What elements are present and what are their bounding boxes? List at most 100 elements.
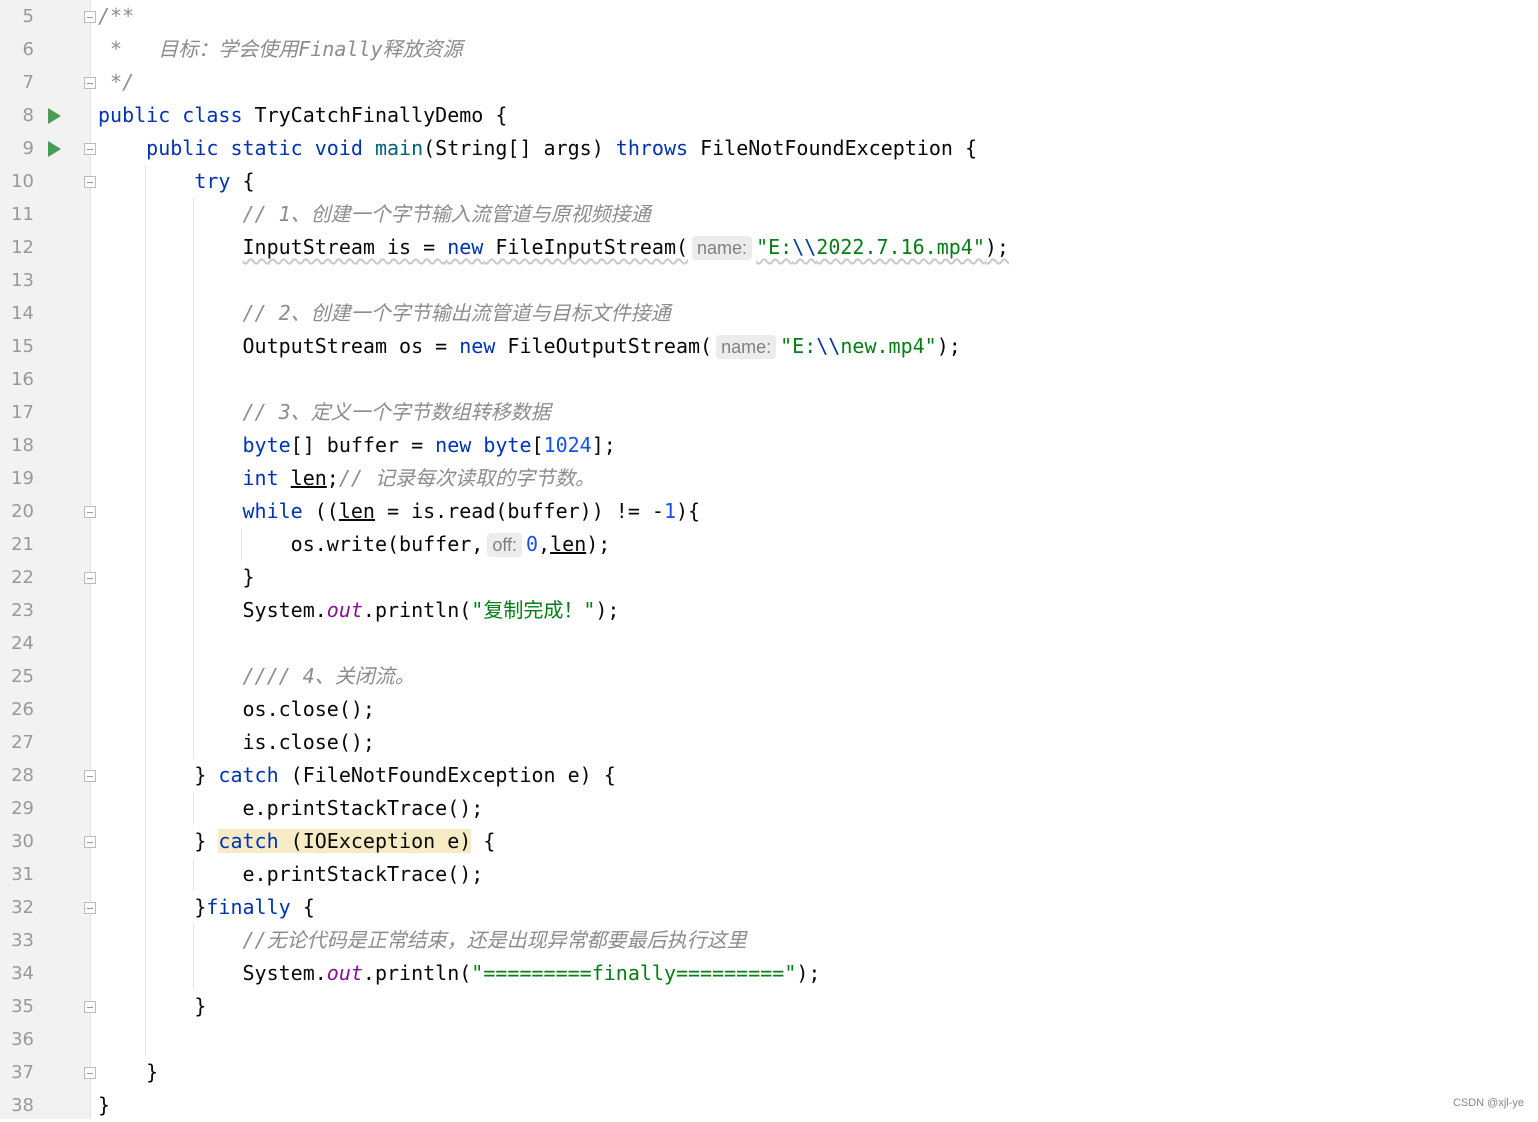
code-line[interactable]: */ <box>98 66 134 99</box>
fold-icon[interactable] <box>84 572 96 584</box>
line-number: 31 <box>11 864 34 885</box>
line-number: 34 <box>11 963 34 984</box>
line-number: 15 <box>11 336 34 357</box>
code-token: len <box>290 466 327 490</box>
fold-icon[interactable] <box>84 176 96 188</box>
code-token: try <box>194 169 231 193</box>
line-number: 19 <box>11 468 34 489</box>
code-token: } <box>98 1093 111 1117</box>
line-number: 10 <box>11 171 34 192</box>
code-line[interactable]: * 目标：学会使用Finally释放资源 <box>98 33 462 66</box>
code-line[interactable]: // 1、创建一个字节输入流管道与原视频接通 <box>98 198 651 231</box>
code-token: .println( <box>362 961 472 985</box>
code-token: } <box>98 565 255 589</box>
code-line[interactable]: } catch (FileNotFoundException e) { <box>98 759 616 792</box>
code-line[interactable]: os.write(buffer, off: 0,len); <box>98 528 610 561</box>
fold-icon[interactable] <box>84 506 96 518</box>
fold-icon[interactable] <box>84 77 96 89</box>
code-token: [ <box>531 433 544 457</box>
code-line[interactable]: public class TryCatchFinallyDemo { <box>98 99 507 132</box>
fold-icon[interactable] <box>84 836 96 848</box>
code-token: \\ <box>816 334 841 358</box>
code-line[interactable]: e.printStackTrace(); <box>98 792 483 825</box>
code-token: //无论代码是正常结束，还是出现异常都要最后执行这里 <box>242 928 747 952</box>
code-token: ; <box>326 466 339 490</box>
fold-icon[interactable] <box>84 143 96 155</box>
code-token: ){ <box>676 499 701 523</box>
code-token: ); <box>595 598 620 622</box>
code-token: 1024 <box>543 433 592 457</box>
fold-icon[interactable] <box>84 11 96 23</box>
code-line[interactable]: e.printStackTrace(); <box>98 858 483 891</box>
code-token: */ <box>98 70 135 94</box>
code-token: "E: <box>780 334 817 358</box>
code-line[interactable]: //// 4、关闭流。 <box>98 660 415 693</box>
code-token: FileOutputStream( <box>495 334 713 358</box>
code-line[interactable]: public static void main(String[] args) t… <box>98 132 977 165</box>
code-line[interactable]: //无论代码是正常结束，还是出现异常都要最后执行这里 <box>98 924 747 957</box>
code-line[interactable]: os.close(); <box>98 693 374 726</box>
code-token: ]; <box>591 433 616 457</box>
code-line[interactable]: } <box>98 1056 158 1089</box>
code-token: byte <box>483 433 532 457</box>
line-number: 21 <box>11 534 34 555</box>
code-line[interactable]: System.out.println("=========finally====… <box>98 957 820 990</box>
code-token: len <box>338 499 375 523</box>
code-line[interactable]: // 2、创建一个字节输出流管道与目标文件接通 <box>98 297 671 330</box>
line-number: 14 <box>11 303 34 324</box>
code-token: out <box>326 598 363 622</box>
code-token: public <box>98 103 171 127</box>
code-line[interactable]: }finally { <box>98 891 314 924</box>
code-line[interactable]: /** <box>98 0 134 33</box>
code-token: ); <box>796 961 821 985</box>
code-line[interactable]: } catch (IOException e) { <box>98 825 495 858</box>
code-token: (( <box>302 499 339 523</box>
line-number: 17 <box>11 402 34 423</box>
code-line[interactable]: } <box>98 561 255 594</box>
watermark: CSDN @xjl-ye <box>1452 1097 1524 1109</box>
parameter-hint: name: <box>716 335 777 359</box>
code-line[interactable]: OutputStream os = new FileOutputStream(n… <box>98 330 961 363</box>
line-number: 29 <box>11 798 34 819</box>
code-line[interactable]: try { <box>98 165 254 198</box>
line-number: 27 <box>11 732 34 753</box>
code-token: 0 <box>526 532 539 556</box>
line-number: 36 <box>11 1029 34 1050</box>
code-token: os.write(buffer, <box>98 532 484 556</box>
run-icon[interactable] <box>48 108 61 124</box>
code-line[interactable]: while ((len = is.read(buffer)) != -1){ <box>98 495 701 528</box>
code-token: //// 4、关闭流。 <box>242 664 415 688</box>
fold-icon[interactable] <box>84 1001 96 1013</box>
line-number: 7 <box>22 72 34 93</box>
fold-icon[interactable] <box>84 902 96 914</box>
fold-icon[interactable] <box>84 770 96 782</box>
code-line[interactable]: InputStream is = new FileInputStream(nam… <box>98 231 1009 264</box>
code-token: } <box>98 829 219 853</box>
run-icon[interactable] <box>48 141 61 157</box>
code-token: (FileNotFoundException e) { <box>278 763 616 787</box>
code-line[interactable]: int len;// 记录每次读取的字节数。 <box>98 462 595 495</box>
code-token: "=========finally=========" <box>471 961 797 985</box>
code-token: throws <box>615 136 689 160</box>
line-number: 26 <box>11 699 34 720</box>
code-line[interactable]: // 3、定义一个字节数组转移数据 <box>98 396 551 429</box>
code-line[interactable]: System.out.println("复制完成！"); <box>98 594 619 627</box>
code-token: { <box>471 829 496 853</box>
fold-icon[interactable] <box>84 1067 96 1079</box>
code-line[interactable]: byte[] buffer = new byte[1024]; <box>98 429 616 462</box>
code-line[interactable]: } <box>98 1089 110 1122</box>
code-line[interactable]: } <box>98 990 206 1023</box>
line-number: 32 <box>11 897 34 918</box>
code-token: 2022.7.16.mp4" <box>816 235 985 259</box>
code-line[interactable]: is.close(); <box>98 726 374 759</box>
code-token: len <box>550 532 587 556</box>
code-token: } <box>98 994 207 1018</box>
